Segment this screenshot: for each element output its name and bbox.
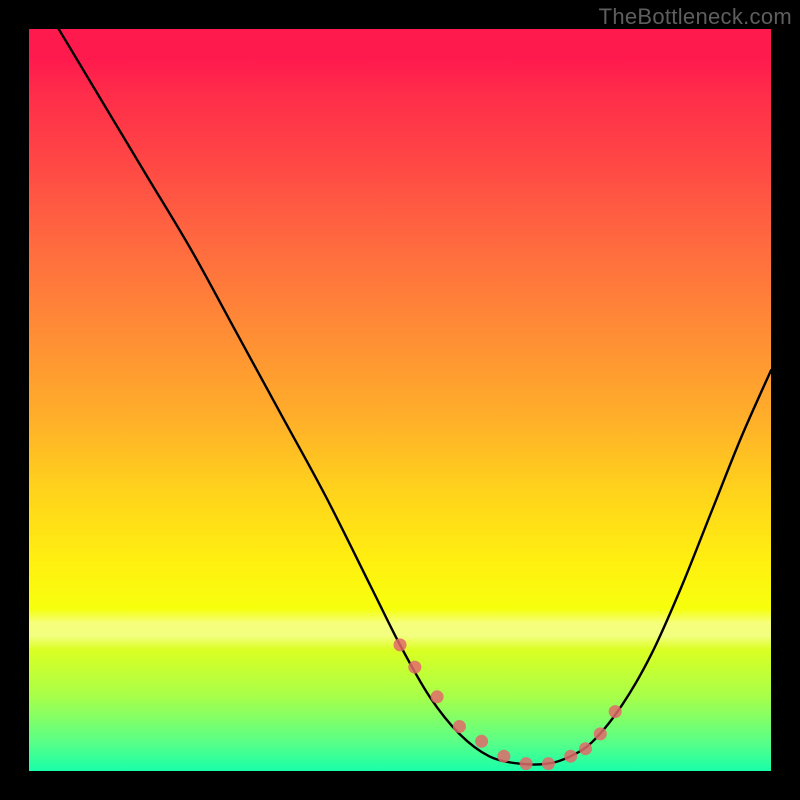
sweet-spot-marker — [520, 757, 533, 770]
sweet-spot-marker-group — [394, 638, 622, 770]
bottleneck-curve-path — [59, 29, 771, 765]
sweet-spot-marker — [594, 727, 607, 740]
sweet-spot-marker — [542, 757, 555, 770]
plot-area — [29, 29, 771, 771]
sweet-spot-marker — [609, 705, 622, 718]
sweet-spot-marker — [497, 750, 510, 763]
chart-frame: TheBottleneck.com — [0, 0, 800, 800]
watermark-text: TheBottleneck.com — [599, 4, 792, 30]
sweet-spot-marker — [408, 661, 421, 674]
sweet-spot-marker — [475, 735, 488, 748]
sweet-spot-marker — [394, 638, 407, 651]
sweet-spot-marker — [453, 720, 466, 733]
sweet-spot-marker — [579, 742, 592, 755]
sweet-spot-marker — [564, 750, 577, 763]
bottleneck-curve-svg — [29, 29, 771, 771]
sweet-spot-marker — [431, 690, 444, 703]
